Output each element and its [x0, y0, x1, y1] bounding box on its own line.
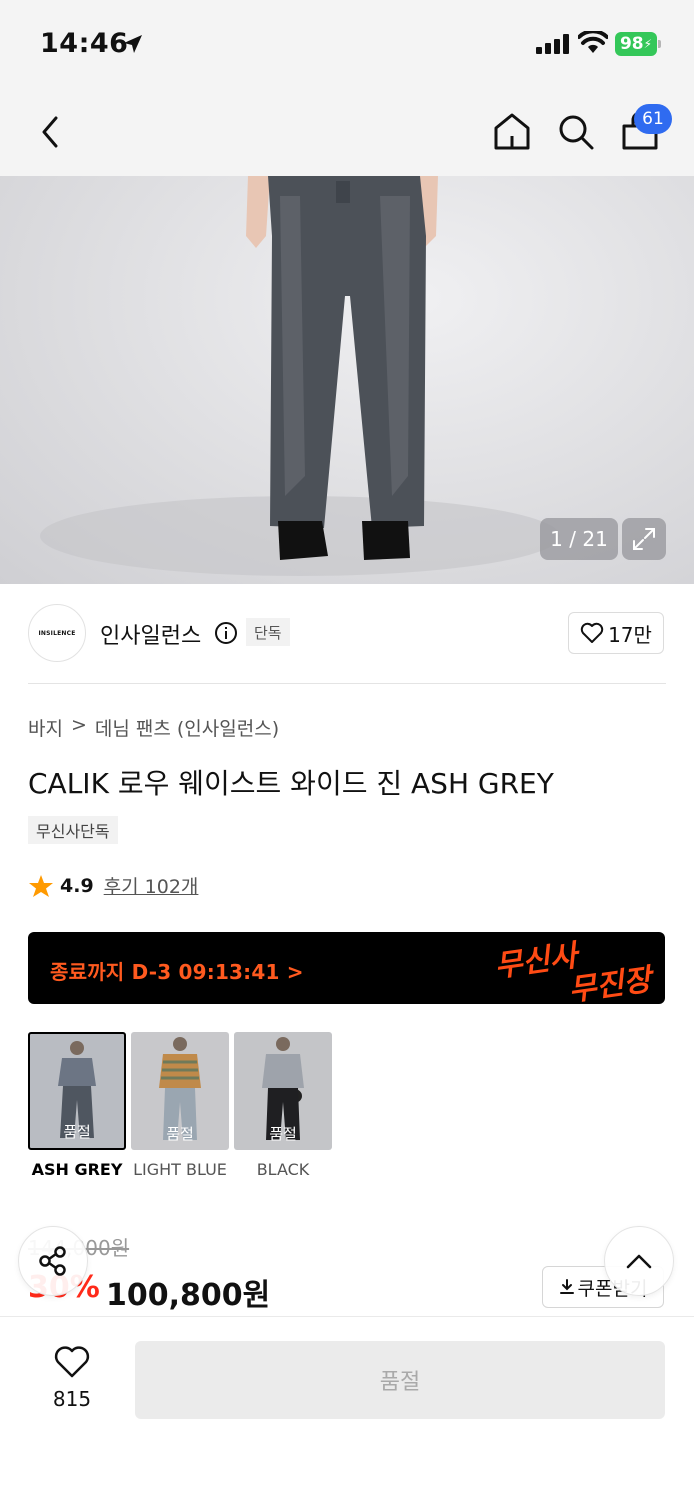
- scroll-top-button[interactable]: [604, 1226, 674, 1296]
- cart-count-badge: 61: [634, 104, 672, 134]
- brand-exclusive-tag: 단독: [246, 618, 290, 646]
- final-price: 100,800원: [106, 1278, 271, 1313]
- expand-icon: [633, 528, 655, 550]
- promo-logo-line2: 무진장: [566, 962, 654, 1004]
- download-icon: [559, 1279, 574, 1294]
- wish-button[interactable]: 815: [32, 1345, 112, 1411]
- brand-logo-text: INSILENCE: [38, 629, 76, 637]
- expand-image-button[interactable]: [622, 518, 666, 560]
- option-label: BLACK: [256, 1160, 310, 1179]
- rating-row: 4.9 후기 102개: [28, 872, 198, 899]
- brand-name[interactable]: 인사일런스: [100, 618, 201, 650]
- bottom-action-bar: 815 품절: [0, 1316, 694, 1500]
- info-icon[interactable]: [214, 621, 238, 645]
- color-option-ash-grey[interactable]: 품절 ASH GREY: [28, 1032, 126, 1181]
- option-thumbnail: 품절: [234, 1032, 332, 1150]
- cellular-signal-icon: [536, 34, 569, 54]
- image-counter: 1 / 21: [540, 518, 618, 560]
- brand-like-button[interactable]: 17만: [568, 612, 664, 654]
- breadcrumb: 바지 > 데님 팬츠 (인사일런스): [28, 714, 279, 741]
- home-icon[interactable]: [492, 110, 532, 154]
- star-icon: [29, 874, 53, 897]
- share-icon: [39, 1246, 66, 1276]
- option-soldout-label: 품절: [63, 1123, 91, 1141]
- option-thumbnail: 품절: [131, 1032, 229, 1150]
- product-title: CALIK 로우 웨이스트 와이드 진 ASH GREY: [28, 767, 554, 800]
- color-option-light-blue[interactable]: 품절 LIGHT BLUE: [131, 1032, 229, 1181]
- back-chevron-icon[interactable]: [32, 110, 72, 154]
- brand-row: INSILENCE 인사일런스 단독 17만: [28, 604, 666, 664]
- breadcrumb-category[interactable]: 바지: [28, 714, 63, 741]
- breadcrumb-separator: >: [70, 714, 87, 736]
- divider: [28, 683, 666, 684]
- option-soldout-label: 품절: [166, 1125, 194, 1143]
- top-nav-bar: [0, 88, 694, 176]
- share-button[interactable]: [18, 1226, 88, 1296]
- brand-logo[interactable]: INSILENCE: [28, 604, 86, 662]
- price-area: 144,000원 30% 100,800원 쿠폰받기: [28, 1232, 668, 1313]
- location-arrow-icon: [124, 35, 142, 53]
- wifi-icon: [578, 31, 608, 53]
- rating-value: 4.9: [60, 874, 94, 897]
- battery-indicator: 98 ⚡: [615, 32, 657, 56]
- search-icon[interactable]: [556, 110, 596, 154]
- option-label: LIGHT BLUE: [133, 1160, 227, 1179]
- status-bar: 14:46 98 ⚡: [0, 0, 694, 88]
- battery-cap: [658, 40, 661, 48]
- option-label: ASH GREY: [31, 1160, 123, 1179]
- option-thumbnail: 품절: [28, 1032, 126, 1150]
- promo-countdown: 종료까지 D-3 09:13:41 >: [50, 960, 304, 984]
- wish-count: 815: [52, 1387, 92, 1411]
- soldout-buy-button: 품절: [135, 1341, 665, 1419]
- breadcrumb-subcategory[interactable]: 데님 팬츠 (인사일런스): [95, 714, 279, 741]
- color-options: 품절 ASH GREY 품절 LIGHT BLUE 품절 BLACK: [28, 1032, 668, 1212]
- option-soldout-label: 품절: [269, 1125, 297, 1143]
- promo-banner[interactable]: 종료까지 D-3 09:13:41 > 무신사 무진장: [28, 932, 665, 1004]
- status-time: 14:46: [40, 28, 129, 59]
- chevron-up-icon: [626, 1254, 652, 1269]
- musinsa-exclusive-tag: 무신사단독: [28, 816, 118, 844]
- heart-outline-icon: [54, 1346, 90, 1378]
- review-count-link[interactable]: 후기 102개: [104, 872, 199, 899]
- heart-outline-icon: [580, 622, 604, 643]
- color-option-black[interactable]: 품절 BLACK: [234, 1032, 332, 1181]
- brand-like-count: 17만: [608, 622, 652, 647]
